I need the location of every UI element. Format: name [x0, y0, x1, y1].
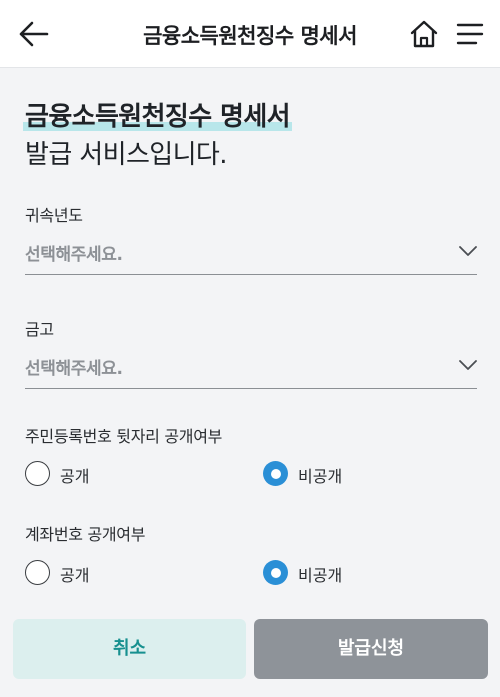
resident-public-radio[interactable]: 공개	[25, 461, 135, 489]
year-label: 귀속년도	[25, 206, 83, 225]
year-select[interactable]: 선택해주세요.	[25, 231, 477, 275]
intro-rest-text: 발급 서비스입니다.	[25, 140, 227, 170]
hamburger-menu-icon	[456, 23, 484, 45]
bank-label: 금고	[25, 320, 54, 339]
home-button[interactable]	[408, 18, 440, 50]
resident-number-label: 주민등록번호 뒷자리 공개여부	[25, 427, 223, 446]
year-select-placeholder: 선택해주세요.	[25, 245, 123, 265]
home-icon	[410, 20, 438, 48]
account-public-radio[interactable]: 공개	[25, 560, 135, 588]
intro-text: 금융소득원천징수 명세서 발급 서비스입니다.	[23, 98, 292, 174]
chevron-down-icon	[459, 360, 477, 370]
radio-label: 공개	[60, 467, 90, 486]
radio-circle-unchecked	[25, 560, 50, 585]
cancel-button[interactable]: 취소	[13, 619, 246, 679]
radio-circle-checked	[263, 560, 288, 585]
bank-select-placeholder: 선택해주세요.	[25, 359, 123, 379]
intro-strong: 금융소득원천징수 명세서	[23, 98, 292, 136]
menu-button[interactable]	[456, 20, 484, 48]
radio-circle-unchecked	[25, 461, 50, 486]
radio-circle-checked	[263, 461, 288, 486]
resident-private-radio[interactable]: 비공개	[263, 461, 373, 489]
chevron-down-icon	[459, 246, 477, 256]
apply-button[interactable]: 발급신청	[254, 619, 488, 679]
intro-strong-text: 금융소득원천징수 명세서	[25, 102, 291, 132]
radio-label: 공개	[60, 566, 90, 585]
radio-label: 비공개	[298, 566, 343, 585]
account-number-label: 계좌번호 공개여부	[25, 525, 146, 544]
bank-select[interactable]: 선택해주세요.	[25, 345, 477, 389]
app-header: 금융소득원천징수 명세서	[0, 0, 500, 68]
account-private-radio[interactable]: 비공개	[263, 560, 373, 588]
radio-label: 비공개	[298, 467, 343, 486]
